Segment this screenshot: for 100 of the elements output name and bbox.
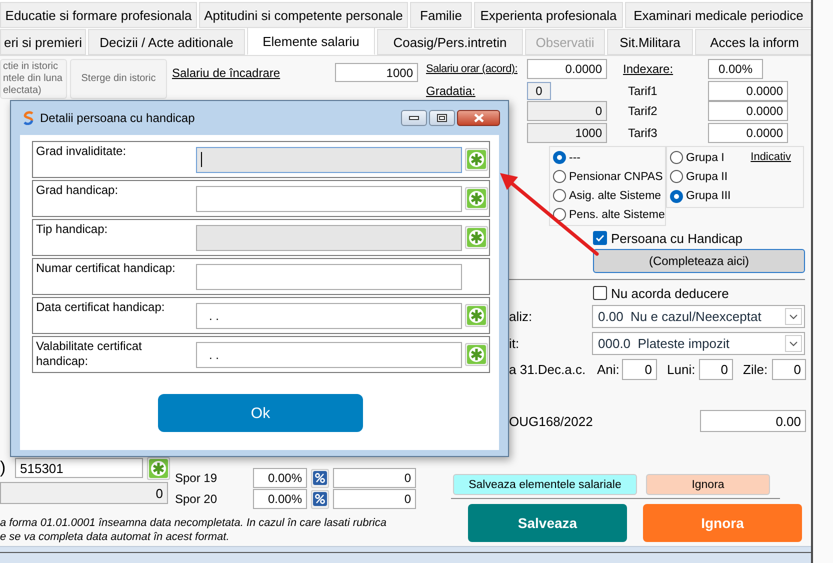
note-text: e se va completa data automat în acest format. [0,530,230,544]
save-button[interactable]: Salveaza elementele salariale [453,474,637,495]
text-field[interactable]: . . [196,342,462,368]
radio-button[interactable] [670,151,683,164]
percent-button[interactable] [311,468,329,488]
text-field[interactable]: 0.0000 [527,59,607,79]
app-logo-icon [23,111,34,125]
text-field[interactable] [196,264,462,290]
text-field[interactable]: 0.00% [253,468,307,488]
dropdown-button[interactable] [785,308,802,325]
maximize-icon [437,114,447,122]
text-field[interactable]: 0.0000 [708,101,788,121]
close-button[interactable] [457,110,500,126]
salary-link[interactable]: Salariu de încadrare [172,66,335,80]
text-field[interactable]: 0 [0,482,168,504]
text-field[interactable]: 1000 [527,123,607,143]
bonus-label: Spor 20 [174,492,218,506]
radio-button[interactable] [670,190,683,203]
radio-button[interactable] [553,189,566,202]
field-label: Zile: [743,362,769,377]
field-label: Tip handicap: [36,221,109,237]
save-button[interactable]: Salveaza [468,504,627,542]
text-field[interactable] [196,186,462,212]
tab[interactable]: Elemente salariu [247,27,375,55]
text-field[interactable]: 1000 [335,63,418,82]
tab[interactable]: Educatie si formare profesionala [0,2,197,28]
field-label: Grad invaliditate: [36,143,128,159]
tab[interactable]: Examinari medicale periodice [625,2,812,28]
ignore-button[interactable]: Ignora [646,474,770,495]
indicativ-link[interactable]: Indicativ [750,151,791,163]
ok-button[interactable]: Ok [158,394,363,432]
tab[interactable]: Familie [410,2,472,28]
checkbox[interactable] [593,231,607,245]
radio-button[interactable] [553,170,566,183]
dropdown-value: 0.00 Nu e cazul/Neexceptat [598,309,762,324]
field-label: a 31.Dec.a.c. [509,362,587,377]
text-field[interactable]: 0.00 [700,410,806,432]
maximize-button[interactable] [429,110,455,126]
picker-button[interactable] [147,456,170,480]
field-label: Data certificat handicap: [36,299,166,315]
text-field[interactable]: 0 [622,359,657,380]
minimize-button[interactable] [401,110,427,126]
field-label: it: [509,336,520,351]
field-label: Grad handicap: [36,182,120,198]
chevron-icon [789,314,798,320]
check-icon [595,233,605,243]
dropdown[interactable]: 0.00 Nu e cazul/Neexceptat [592,305,805,328]
asterisk-icon [467,189,486,208]
percent-icon [313,471,327,485]
history-button[interactable]: Sterge din istoric [70,59,167,99]
percent-button[interactable] [311,490,329,508]
radio-button[interactable] [670,170,683,184]
asterisk-icon [467,345,486,364]
text-field[interactable]: 0.00% [708,59,763,79]
picker-button[interactable] [465,226,488,249]
field-link[interactable]: Gradatia: [426,84,527,98]
complete-button[interactable]: (Completeaza aici) [593,249,805,273]
checkbox[interactable] [593,286,607,300]
text-field[interactable]: 0 [527,101,607,121]
asterisk-icon [467,306,486,325]
radio-label: Pensionar CNPAS [569,170,663,182]
tab[interactable]: Acces la inform [695,29,814,55]
text-field[interactable]: 0 [333,489,416,509]
tab[interactable]: Decizii / Acte aditionale [88,29,245,55]
text-field[interactable]: 0.00% [253,489,307,509]
field-link[interactable]: Indexare: [623,62,708,76]
tariff-label: Tarif2 [628,104,658,118]
picker-button[interactable] [465,187,488,210]
text-field[interactable]: 0.0000 [708,123,788,143]
tariff-label: Tarif1 [628,84,658,98]
field-label: OUG168/2022 [509,414,594,428]
text-field[interactable] [196,224,462,250]
tab[interactable]: Experienta profesionala [474,2,623,28]
radio-label: Asig. alte Sisteme [569,190,662,202]
tab[interactable]: Aptitudini si competente personale [199,2,408,28]
field-link[interactable]: Salariu orar (acord): [426,63,527,75]
text-field[interactable]: 515301 [15,458,143,478]
field-label: aliz: [509,309,534,324]
tab[interactable]: eri si premieri [0,29,86,55]
text-field[interactable]: 0 [772,359,806,380]
text-field[interactable]: . . [196,302,462,328]
tab[interactable]: Sit.Militara [607,29,693,55]
history-button[interactable]: ctie in istoric ntele din luna electata) [0,59,67,99]
picker-button[interactable] [465,304,488,327]
dropdown-button[interactable] [785,335,802,352]
picker-button[interactable] [465,148,488,171]
tab[interactable]: Coasig/Pers.intretin [377,29,523,55]
text-field[interactable]: 0 [527,82,551,100]
text-field[interactable]: 0 [699,359,733,380]
picker-button[interactable] [465,343,488,366]
text-field[interactable]: 0 [333,468,416,488]
text-field[interactable] [196,146,462,172]
radio-button[interactable] [553,151,566,164]
radio-label: Pens. alte Sisteme [569,208,665,220]
dropdown[interactable]: 000.0 Plateste impozit [592,332,805,355]
minimize-icon [409,116,419,120]
field-label: ) [0,458,7,478]
field-label: Ani: [597,362,620,377]
text-field[interactable]: 0.0000 [708,80,788,100]
radio-label: --- [569,152,580,164]
